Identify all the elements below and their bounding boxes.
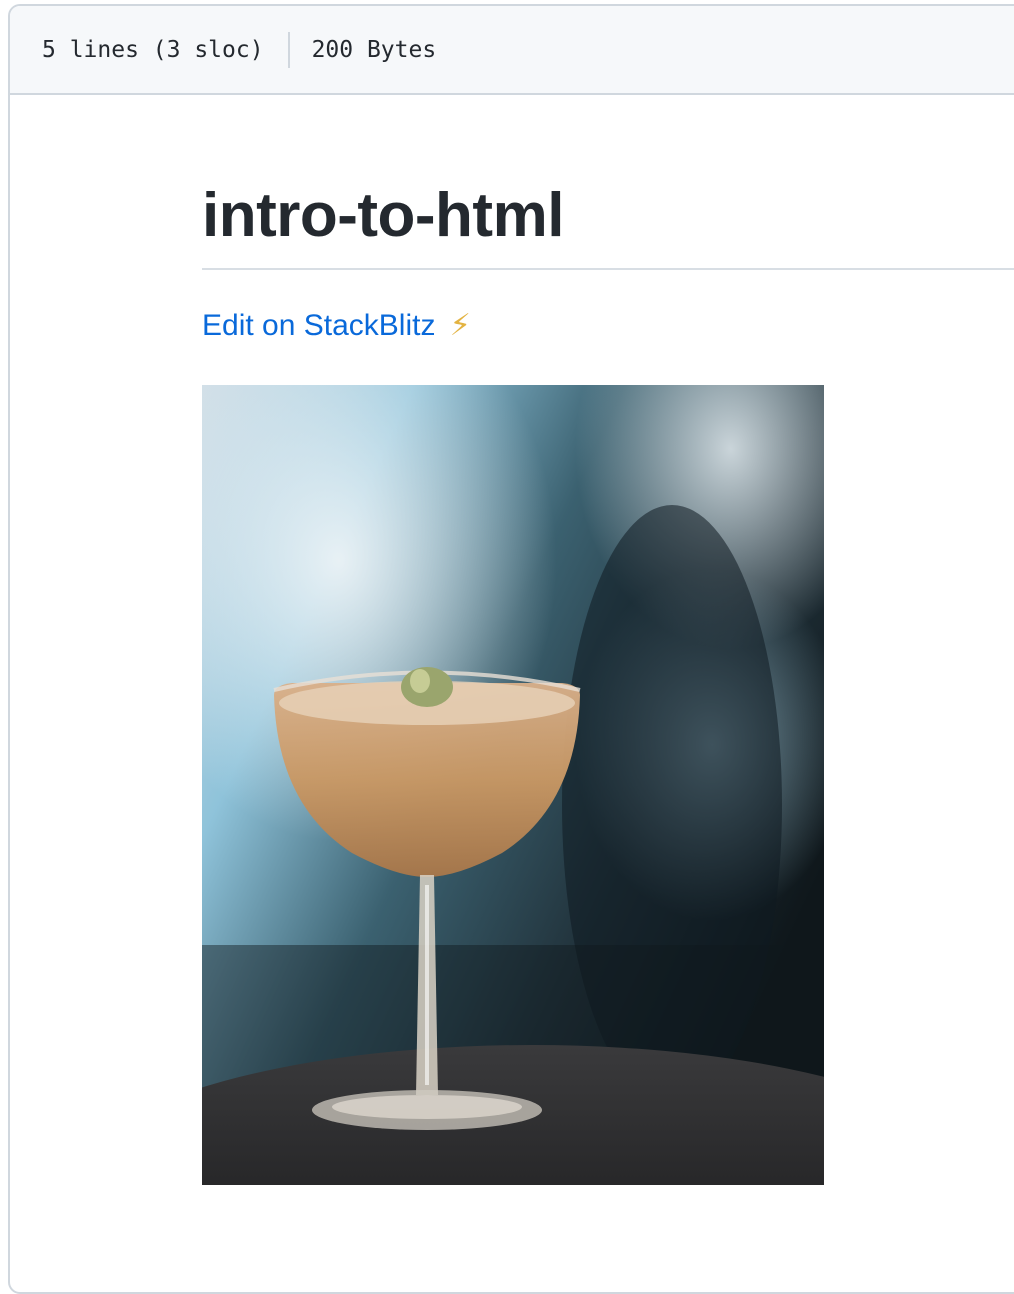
cocktail-photo [202, 385, 824, 1185]
stackblitz-link-label: Edit on StackBlitz [202, 309, 436, 342]
readme-content: intro-to-html Edit on StackBlitz ⚡ [202, 178, 1014, 346]
file-info-divider [287, 31, 290, 68]
edit-on-stackblitz-link[interactable]: Edit on StackBlitz ⚡ [202, 306, 471, 346]
readme-title: intro-to-html [202, 178, 1014, 270]
file-info-header: 5 lines (3 sloc) 200 Bytes [10, 6, 1014, 95]
file-size: 200 Bytes [311, 36, 437, 63]
file-lines-count: 5 lines (3 sloc) [42, 36, 264, 63]
lightning-bolt-icon: ⚡ [449, 309, 471, 342]
